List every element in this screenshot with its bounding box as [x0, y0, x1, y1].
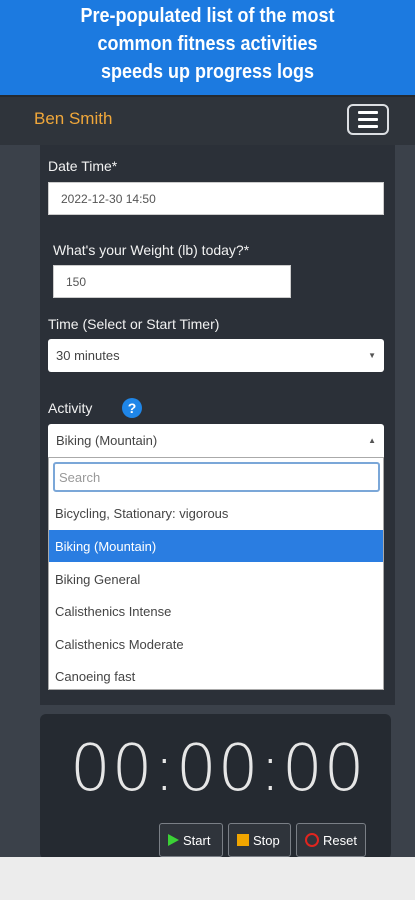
- help-icon[interactable]: ?: [122, 398, 142, 418]
- reset-button[interactable]: Reset: [296, 823, 366, 857]
- activity-option[interactable]: Calisthenics Moderate: [49, 628, 383, 660]
- stop-button-label: Stop: [253, 832, 280, 848]
- activity-option[interactable]: Calisthenics Intense: [49, 595, 383, 627]
- dropdown-caret-icon: ▼: [368, 351, 376, 360]
- weight-input[interactable]: 150: [53, 265, 291, 298]
- activity-select[interactable]: Biking (Mountain) ▲: [48, 424, 384, 457]
- activity-option-selected[interactable]: Biking (Mountain): [49, 530, 383, 562]
- hamburger-menu-button[interactable]: [347, 104, 389, 135]
- top-navbar: Ben Smith: [0, 95, 415, 145]
- activity-search-input[interactable]: Search: [53, 462, 380, 492]
- activity-option[interactable]: Bicycling, Stationary: vigorous: [49, 497, 383, 529]
- activity-option[interactable]: Canoeing fast: [49, 660, 383, 692]
- time-select[interactable]: 30 minutes ▼: [48, 339, 384, 372]
- promo-banner: Pre-populated list of the most common fi…: [0, 0, 415, 95]
- timer-display: 00:00:00: [70, 732, 366, 806]
- activity-dropdown: Search Bicycling, Stationary: vigorous B…: [48, 457, 384, 690]
- weight-label: What's your Weight (lb) today?*: [53, 242, 250, 258]
- menu-icon-bar: [358, 111, 378, 114]
- datetime-label: Date Time*: [48, 158, 118, 174]
- bottom-bar: [0, 857, 415, 900]
- time-selected-value: 30 minutes: [56, 348, 120, 363]
- menu-icon-bar: [358, 125, 378, 128]
- dropdown-caret-up-icon: ▲: [368, 436, 376, 445]
- stop-button[interactable]: Stop: [228, 823, 291, 857]
- datetime-input[interactable]: 2022-12-30 14:50: [48, 182, 384, 215]
- activity-option[interactable]: Biking General: [49, 563, 383, 595]
- stop-icon: [237, 834, 249, 846]
- start-button[interactable]: Start: [159, 823, 223, 857]
- menu-icon-bar: [358, 118, 378, 121]
- reset-button-label: Reset: [323, 832, 357, 848]
- banner-line-3: speeds up progress logs: [100, 61, 315, 83]
- play-icon: [168, 834, 179, 846]
- time-label: Time (Select or Start Timer): [48, 316, 220, 332]
- start-button-label: Start: [183, 832, 211, 848]
- reset-icon: [305, 833, 319, 847]
- activity-selected-value: Biking (Mountain): [56, 433, 158, 448]
- user-name[interactable]: Ben Smith: [34, 109, 112, 129]
- activity-label: Activity: [48, 400, 93, 416]
- banner-line-2: common fitness activities: [97, 33, 318, 55]
- banner-line-1: Pre-populated list of the most: [80, 5, 335, 27]
